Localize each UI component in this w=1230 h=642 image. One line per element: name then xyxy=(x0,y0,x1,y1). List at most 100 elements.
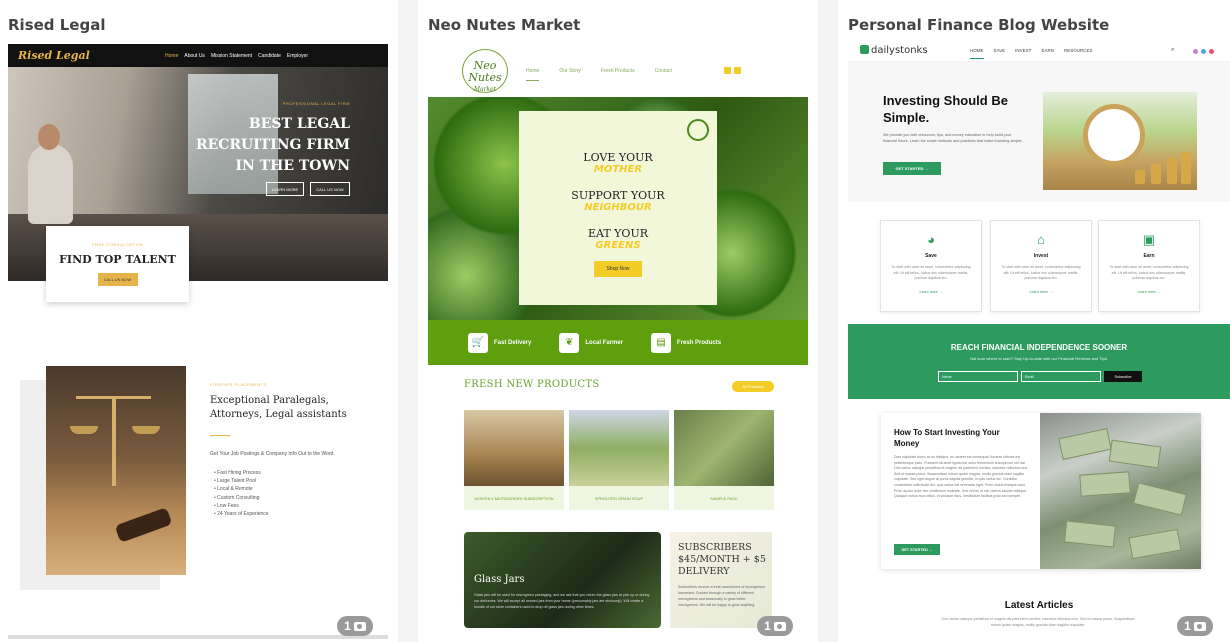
learn-more-link: Learn more → xyxy=(1137,289,1161,294)
glass-jars-card: Glass Jars Glass jars will be used for m… xyxy=(464,532,661,628)
hero-script: MOTHER xyxy=(593,164,643,175)
logo-text: dailystonks xyxy=(871,45,928,56)
glass-jars-text: Glass jars will be used for microgreen p… xyxy=(474,593,650,609)
twitter-icon xyxy=(1201,49,1206,54)
get-started-button: GET STARTED → xyxy=(883,162,941,175)
photo-count: 1 xyxy=(1184,619,1191,633)
bill-stack xyxy=(1079,471,1131,497)
call-us-button: CALL US NOW xyxy=(310,182,350,196)
hero-script: GREENS xyxy=(595,240,641,251)
feature-text: To start with color sit amet, consectetu… xyxy=(891,265,971,280)
hero-eyebrow: PROFESSIONAL LEGAL FIRM xyxy=(282,101,350,106)
feature-title: Invest xyxy=(1033,253,1049,259)
person-image xyxy=(28,144,73,224)
site-logo: dailystonks xyxy=(860,45,928,56)
site-logo: Rised Legal xyxy=(18,49,90,62)
list-item: Custom Consulting xyxy=(214,494,269,502)
consultation-box: FREE CONSULTATION FIND TOP TALENT CALL U… xyxy=(46,226,189,302)
feature-label: Fast Delivery xyxy=(494,339,532,346)
newsletter-form: Name Email Subscribe xyxy=(938,371,1142,382)
nav-item-contact: Contact xyxy=(654,68,672,74)
template-card-neo-nutes[interactable]: Neo Nutes Market Neo Nutes Market Home O… xyxy=(418,0,818,642)
featured-article: How To Start Investing Your Money Duis v… xyxy=(881,413,1201,569)
list-item: Fast Hiring Process xyxy=(214,469,269,477)
nav-item-invest: INVEST xyxy=(1015,48,1032,53)
coin-stack xyxy=(1135,170,1145,184)
account-icon xyxy=(734,67,741,74)
subscribe-button: Subscribe xyxy=(1104,371,1142,382)
instagram-icon xyxy=(1193,49,1198,54)
photo-count-badge[interactable]: 1 xyxy=(757,616,793,636)
benefits-list: Fast Hiring Process Large Talent Pool Lo… xyxy=(214,469,269,518)
product-name: SPROUTED GRAIN SOUP xyxy=(594,496,644,501)
section-title: Exceptional Paralegals, Attorneys, Legal… xyxy=(210,395,347,420)
cart-icon xyxy=(724,67,731,74)
photo-count-badge[interactable]: 1 xyxy=(1177,616,1213,636)
bill-stack xyxy=(1058,428,1112,460)
list-item: Large Talent Pool xyxy=(214,477,269,485)
consult-title: FIND TOP TALENT xyxy=(59,253,176,266)
card-title[interactable]: Neo Nutes Market xyxy=(428,16,580,34)
photo-count: 1 xyxy=(344,619,351,633)
hero-headline: BEST LEGAL RECRUITING FIRM IN THE TOWN xyxy=(195,116,350,174)
feature-item: 🛒 Fast Delivery xyxy=(468,332,532,353)
hero-script: NEIGHBOUR xyxy=(584,202,652,213)
cart-icon: 🛒 xyxy=(468,332,488,353)
subscription-text: Subscribers receive a fresh assortment o… xyxy=(678,585,766,607)
nav-item-products: Fresh Products xyxy=(600,68,635,74)
name-field: Name xyxy=(938,371,1018,382)
template-card-rised-legal[interactable]: Rised Legal Rised Legal Home About Us Mi… xyxy=(0,0,398,642)
all-products-badge: All Products xyxy=(732,381,774,392)
nav-item-mission: Mission Statement xyxy=(210,52,253,59)
feature-label: Fresh Products xyxy=(677,339,722,346)
logo-main: Neo Nutes xyxy=(468,59,502,84)
nav-item-earn: EARN xyxy=(1041,48,1054,53)
coin-stack xyxy=(1167,158,1177,184)
nav-menu: HOME SAVE INVEST EARN RESOURCES xyxy=(970,48,1092,59)
microgreens-hero-image: LOVE YOUR MOTHER SUPPORT YOUR NEIGHBOUR … xyxy=(428,97,808,320)
get-started-button: GET STARTED → xyxy=(894,544,940,555)
nav-item-resources: RESOURCES xyxy=(1063,48,1093,53)
nav-item-candidate: Candidate xyxy=(258,52,281,59)
glass-jars-title: Glass Jars xyxy=(474,574,525,585)
feature-title: Save xyxy=(925,253,937,259)
leaf-icon: ❦ xyxy=(559,332,580,353)
photo-count-badge[interactable]: 1 xyxy=(337,616,373,636)
scale-post xyxy=(112,396,116,486)
nav-item-home: HOME xyxy=(970,48,984,59)
hero-text: We provide you with resources, tips, and… xyxy=(883,133,1023,143)
bill-stack xyxy=(1063,520,1117,548)
horizontal-scrollbar[interactable] xyxy=(8,635,388,639)
product-image xyxy=(569,410,669,486)
card-title[interactable]: Rised Legal xyxy=(8,16,106,34)
section-title: FRESH NEW PRODUCTS xyxy=(464,379,600,390)
subscription-card: SUBSCRIBERS $45/MONTH + $5 DELIVERY Subs… xyxy=(670,532,772,628)
learn-more-link: Learn more → xyxy=(919,289,943,294)
scales-of-justice-image xyxy=(46,366,186,575)
card-title[interactable]: Personal Finance Blog Website xyxy=(848,16,1109,34)
person-head-image xyxy=(38,124,60,150)
site-nav: Rised Legal Home About Us Mission Statem… xyxy=(8,44,388,67)
nav-item-story: Our Story xyxy=(559,68,581,74)
site-nav: dailystonks HOME SAVE INVEST EARN RESOUR… xyxy=(848,40,1230,62)
template-card-finance-blog[interactable]: Personal Finance Blog Website dailystonk… xyxy=(838,0,1230,642)
feature-title: Earn xyxy=(1143,253,1155,259)
hero-line: LOVE YOUR xyxy=(583,151,653,164)
email-field: Email xyxy=(1021,371,1101,382)
scale-pan-left xyxy=(70,426,98,434)
nav-item-save: SAVE xyxy=(993,48,1006,53)
consult-button: CALL US NOW xyxy=(97,273,138,286)
coin-stack xyxy=(1151,164,1161,184)
site-logo: Neo Nutes Market xyxy=(462,49,508,93)
globe-icon xyxy=(687,119,709,141)
hero-section: Investing Should Be Simple. We provide y… xyxy=(848,62,1230,202)
feature-card-invest: ⌂ Invest To start with color sit amet, c… xyxy=(990,220,1092,312)
nav-menu: Home About Us Mission Statement Candidat… xyxy=(165,53,308,59)
pinterest-icon xyxy=(1209,49,1214,54)
bill-stack xyxy=(1108,439,1162,469)
cash-suitcase-image xyxy=(1040,413,1201,569)
gavel-image xyxy=(114,507,173,543)
hero-line: EAT YOUR xyxy=(587,227,649,240)
section-text: Get Your Job Postings & Company Info Out… xyxy=(210,451,335,457)
bill-stack xyxy=(1133,482,1187,516)
